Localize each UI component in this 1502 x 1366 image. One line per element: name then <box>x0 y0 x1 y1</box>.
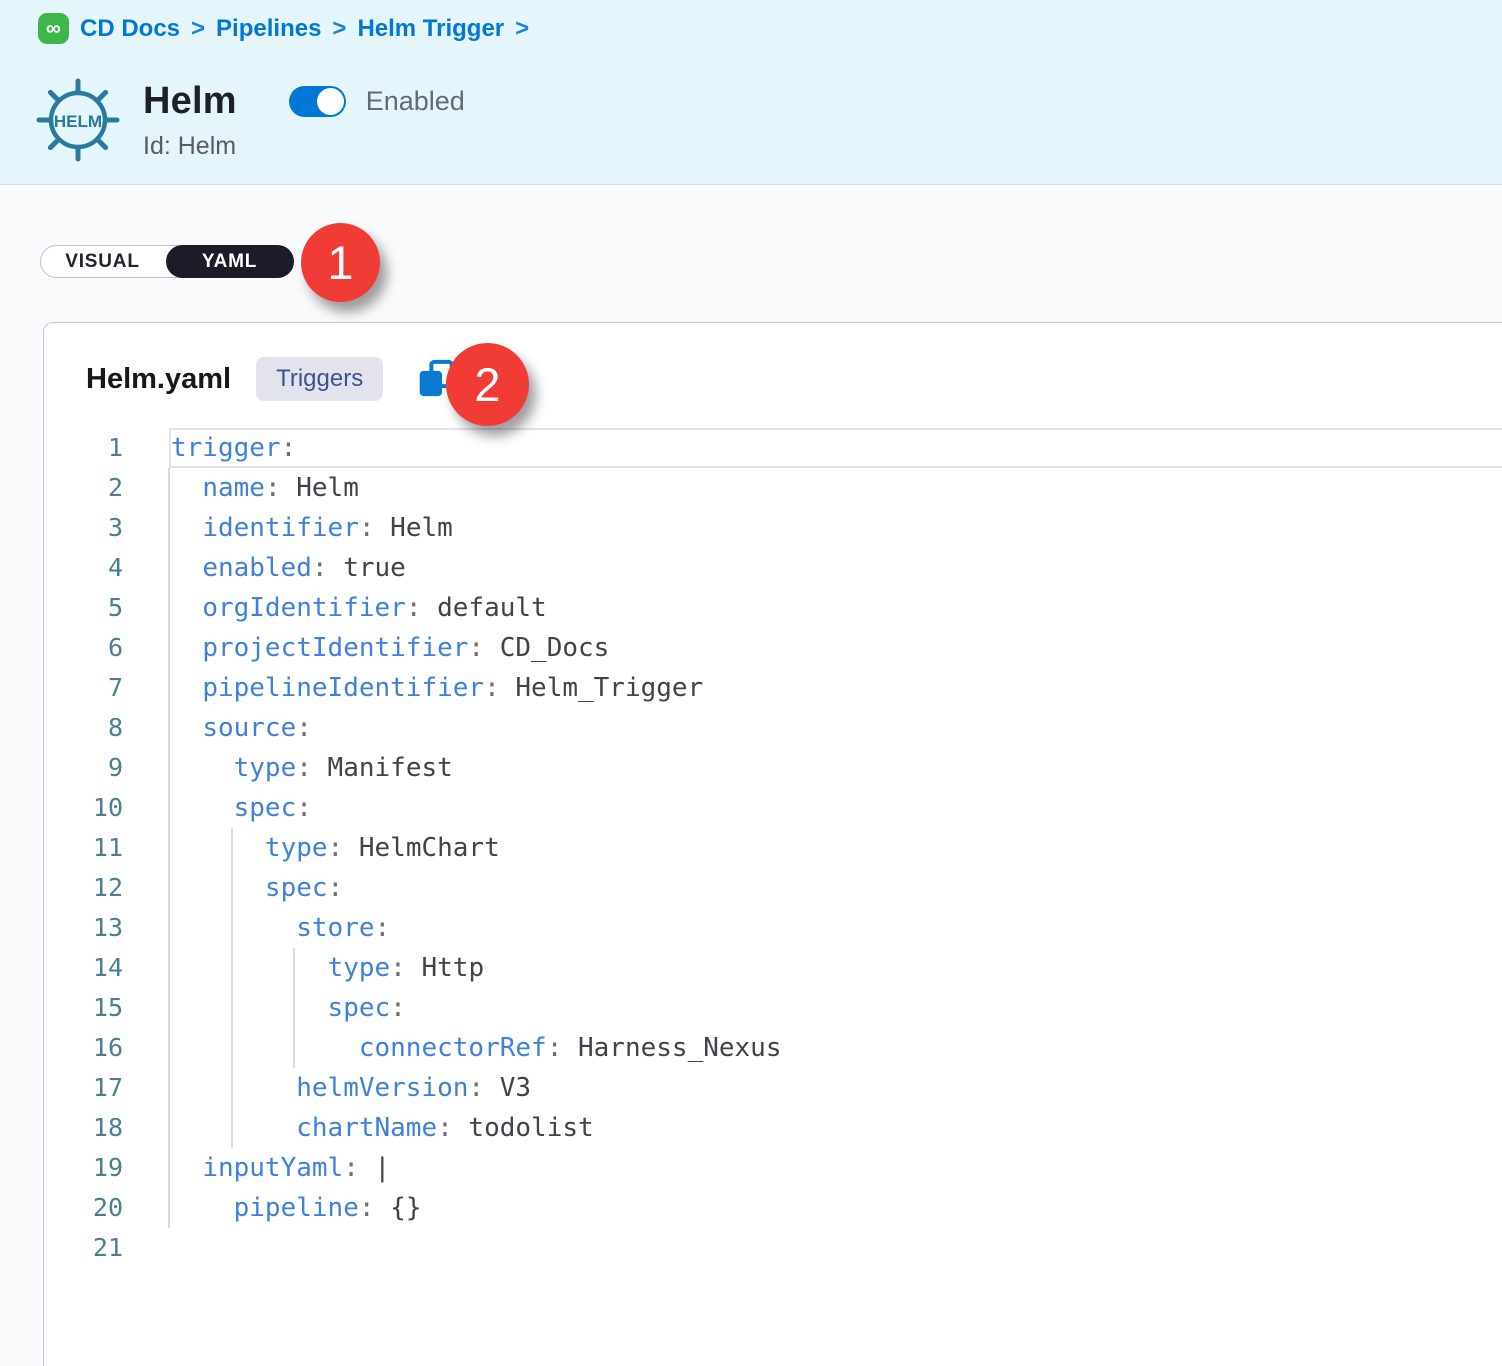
yaml-line[interactable]: 9 type: Manifest <box>44 748 1502 788</box>
yaml-line[interactable]: 11 type: HelmChart <box>44 828 1502 868</box>
line-number: 6 <box>44 628 123 668</box>
yaml-line-text: source: <box>171 708 312 748</box>
yaml-line[interactable]: 13 store: <box>44 908 1502 948</box>
yaml-line[interactable]: 8 source: <box>44 708 1502 748</box>
chevron-right-icon: > <box>191 15 205 43</box>
line-number: 3 <box>44 508 123 548</box>
screen: ∞ CD Docs > Pipelines > Helm Trigger > H… <box>0 0 1502 1366</box>
yaml-line[interactable]: 14 type: Http <box>44 948 1502 988</box>
line-number: 2 <box>44 468 123 508</box>
annotation-callout-2: 2 <box>446 343 529 426</box>
page-header: ∞ CD Docs > Pipelines > Helm Trigger > H… <box>0 0 1502 185</box>
yaml-line[interactable]: 21 <box>44 1228 1502 1268</box>
yaml-line-text: projectIdentifier: CD_Docs <box>171 628 609 668</box>
yaml-line-text: chartName: todolist <box>171 1108 594 1148</box>
helm-logo-text: HELM <box>54 112 102 131</box>
line-number: 1 <box>44 428 123 468</box>
annotation-callout-1: 1 <box>301 223 380 302</box>
line-number: 16 <box>44 1028 123 1068</box>
yaml-line-text: store: <box>171 908 390 948</box>
line-number: 18 <box>44 1108 123 1148</box>
yaml-line[interactable]: 18 chartName: todolist <box>44 1108 1502 1148</box>
yaml-line[interactable]: 16 connectorRef: Harness_Nexus <box>44 1028 1502 1068</box>
enabled-toggle[interactable] <box>289 86 346 117</box>
line-number: 10 <box>44 788 123 828</box>
chevron-right-icon: > <box>332 15 346 43</box>
yaml-line[interactable]: 12 spec: <box>44 868 1502 908</box>
yaml-line-text: spec: <box>171 988 406 1028</box>
line-number: 9 <box>44 748 123 788</box>
yaml-line-text: identifier: Helm <box>171 508 453 548</box>
trigger-id: Id: Helm <box>143 132 236 161</box>
yaml-line-text: orgIdentifier: default <box>171 588 547 628</box>
yaml-line-text: pipelineIdentifier: Helm_Trigger <box>171 668 703 708</box>
line-number: 17 <box>44 1068 123 1108</box>
tab-visual[interactable]: VISUAL <box>40 245 166 278</box>
yaml-line[interactable]: 3 identifier: Helm <box>44 508 1502 548</box>
yaml-line-text: helmVersion: V3 <box>171 1068 531 1108</box>
line-number: 4 <box>44 548 123 588</box>
yaml-line-text: spec: <box>171 788 312 828</box>
line-number: 5 <box>44 588 123 628</box>
yaml-line-text: trigger: <box>171 428 296 468</box>
yaml-line[interactable]: 15 spec: <box>44 988 1502 1028</box>
yaml-line[interactable]: 17 helmVersion: V3 <box>44 1068 1502 1108</box>
yaml-line-text: spec: <box>171 868 343 908</box>
visual-yaml-toggle: VISUAL YAML <box>40 245 293 278</box>
yaml-line[interactable]: 20 pipeline: {} <box>44 1188 1502 1228</box>
yaml-line-text: type: Http <box>171 948 484 988</box>
yaml-line[interactable]: 2 name: Helm <box>44 468 1502 508</box>
chevron-right-icon: > <box>515 15 529 43</box>
line-number: 20 <box>44 1188 123 1228</box>
yaml-line[interactable]: 4 enabled: true <box>44 548 1502 588</box>
breadcrumb-pipelines[interactable]: Pipelines <box>216 15 321 43</box>
yaml-line-text: type: Manifest <box>171 748 453 788</box>
page-title: Helm <box>143 80 237 123</box>
yaml-line[interactable]: 1 trigger: <box>44 428 1502 468</box>
breadcrumb: ∞ CD Docs > Pipelines > Helm Trigger > <box>38 13 529 44</box>
enabled-label: Enabled <box>366 86 465 117</box>
yaml-line[interactable]: 7 pipelineIdentifier: Helm_Trigger <box>44 668 1502 708</box>
line-number: 14 <box>44 948 123 988</box>
yaml-line[interactable]: 6 projectIdentifier: CD_Docs <box>44 628 1502 668</box>
cd-module-icon: ∞ <box>38 13 69 44</box>
editor-header: Helm.yaml Triggers <box>44 323 1502 401</box>
line-number: 21 <box>44 1228 123 1268</box>
yaml-line-text: type: HelmChart <box>171 828 500 868</box>
breadcrumb-project[interactable]: CD Docs <box>80 15 180 43</box>
breadcrumb-pipeline-name[interactable]: Helm Trigger <box>357 15 504 43</box>
yaml-line[interactable]: 19 inputYaml: | <box>44 1148 1502 1188</box>
line-number: 13 <box>44 908 123 948</box>
code-lines: 1trigger:2 name: Helm3 identifier: Helm4… <box>44 428 1502 1268</box>
yaml-line-text: inputYaml: | <box>171 1148 390 1188</box>
yaml-line-text: pipeline: {} <box>171 1188 421 1228</box>
file-name: Helm.yaml <box>86 363 231 396</box>
triggers-badge: Triggers <box>256 357 383 401</box>
yaml-line[interactable]: 10 spec: <box>44 788 1502 828</box>
helm-logo-icon: HELM <box>34 76 122 164</box>
yaml-editor-panel: Helm.yaml Triggers 1trigger:2 name: Helm… <box>43 322 1502 1366</box>
yaml-line[interactable]: 5 orgIdentifier: default <box>44 588 1502 628</box>
code-editor[interactable]: 1trigger:2 name: Helm3 identifier: Helm4… <box>44 428 1502 1366</box>
yaml-line-text: name: Helm <box>171 468 359 508</box>
yaml-line-text: connectorRef: Harness_Nexus <box>171 1028 782 1068</box>
line-number: 15 <box>44 988 123 1028</box>
line-number: 11 <box>44 828 123 868</box>
tab-yaml[interactable]: YAML <box>166 245 294 278</box>
line-number: 7 <box>44 668 123 708</box>
line-number: 12 <box>44 868 123 908</box>
line-number: 19 <box>44 1148 123 1188</box>
line-number: 8 <box>44 708 123 748</box>
yaml-line-text: enabled: true <box>171 548 406 588</box>
toggle-knob <box>317 88 344 115</box>
